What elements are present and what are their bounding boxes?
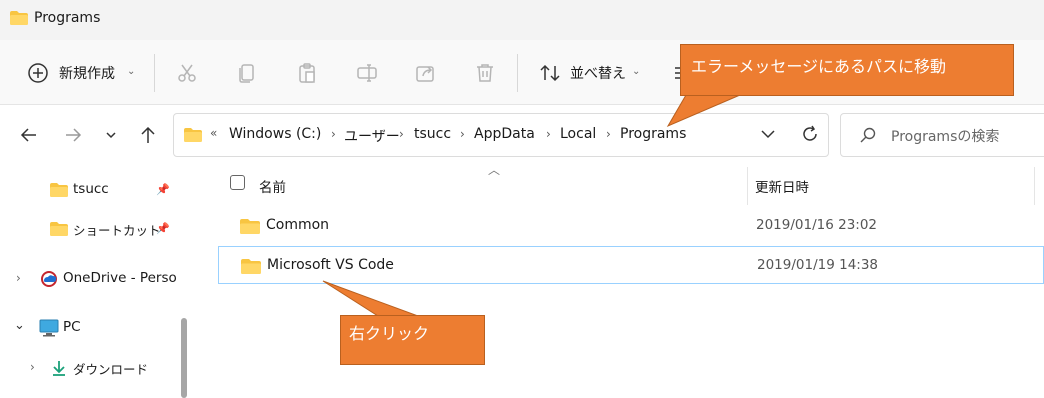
chevron-right-icon[interactable]: › (16, 271, 21, 285)
folder-icon (240, 219, 260, 234)
folder-icon (184, 128, 202, 142)
annotation-callout-bottom: 右クリック (340, 315, 485, 365)
delete-icon[interactable] (473, 61, 497, 85)
annotation-text: 右クリック (349, 324, 430, 343)
sidebar-item-shortcut[interactable]: ショートカット 📌 (0, 212, 180, 246)
up-arrow-icon[interactable] (135, 122, 161, 148)
file-modified: 2019/01/16 23:02 (756, 217, 878, 233)
table-row-selected[interactable]: Microsoft VS Code 2019/01/19 14:38 (218, 246, 1044, 284)
file-name: Common (266, 217, 330, 233)
annotation-callout-top: エラーメッセージにあるパスに移動 (680, 44, 1014, 96)
select-all-checkbox[interactable] (230, 175, 245, 190)
address-bar[interactable]: « Windows (C:) › ユーザー › tsucc › AppData … (173, 113, 829, 157)
column-divider[interactable] (747, 167, 748, 205)
sidebar-item-label: OneDrive - Perso (63, 270, 177, 286)
breadcrumb-overflow[interactable]: « (210, 126, 217, 140)
breadcrumb-item-current[interactable]: Programs (620, 126, 686, 142)
new-button-label[interactable]: 新規作成 (59, 63, 115, 83)
file-modified: 2019/01/19 14:38 (757, 257, 879, 273)
column-header: ︿ 名前 更新日時 (216, 163, 1044, 205)
sidebar-item-label: ダウンロード (73, 362, 149, 377)
column-name-header[interactable]: 名前 (259, 176, 286, 196)
onedrive-icon (41, 271, 57, 287)
breadcrumb-separator-icon[interactable]: › (606, 127, 611, 141)
sidebar-item-onedrive[interactable]: › OneDrive - Perso (0, 262, 180, 296)
toolbar-divider (517, 54, 518, 92)
breadcrumb-item[interactable]: ユーザー (344, 126, 400, 146)
pin-icon: 📌 (156, 183, 170, 196)
breadcrumb-item[interactable]: tsucc (414, 126, 451, 142)
breadcrumb-item[interactable]: Local (560, 126, 596, 142)
breadcrumb-separator-icon[interactable]: › (399, 127, 404, 141)
sidebar-item-pc[interactable]: ⌄ PC (0, 311, 180, 345)
pin-icon: 📌 (156, 222, 170, 235)
breadcrumb-separator-icon[interactable]: › (460, 127, 465, 141)
table-row[interactable]: Common 2019/01/16 23:02 (218, 207, 1044, 245)
folder-icon (50, 183, 68, 197)
column-divider[interactable] (1034, 167, 1035, 205)
search-icon (860, 127, 876, 143)
folder-icon (10, 11, 28, 25)
paste-icon[interactable] (295, 61, 319, 85)
sort-icon[interactable] (538, 61, 562, 85)
rename-icon[interactable] (355, 61, 379, 85)
sidebar-scrollbar-thumb[interactable] (181, 318, 187, 398)
copy-icon[interactable] (235, 61, 259, 85)
share-icon[interactable] (414, 61, 438, 85)
sidebar-item-label: PC (63, 319, 81, 335)
address-dropdown-chevron-icon[interactable] (758, 124, 778, 144)
search-box[interactable]: Programsの検索 (840, 113, 1044, 157)
breadcrumb-separator-icon[interactable]: › (546, 127, 551, 141)
annotation-text: エラーメッセージにあるパスに移動 (691, 57, 947, 76)
sort-ascending-icon: ︿ (488, 163, 501, 177)
chevron-down-icon[interactable]: ⌄ (14, 318, 25, 333)
recent-chevron-icon[interactable] (98, 122, 124, 148)
search-placeholder: Programsの検索 (891, 129, 1000, 145)
download-icon (53, 361, 65, 376)
navigation-pane: tsucc 📌 ショートカット 📌 › OneDrive - Perso ⌄ P… (0, 165, 199, 398)
chevron-down-icon[interactable]: ⌄ (127, 66, 135, 77)
sidebar-item-downloads[interactable]: › ダウンロード (0, 351, 180, 385)
refresh-icon[interactable] (800, 124, 820, 144)
window-title: Programs (34, 10, 101, 26)
pc-icon (39, 319, 59, 337)
chevron-down-icon[interactable]: ⌄ (632, 66, 640, 77)
back-arrow-icon[interactable] (16, 122, 42, 148)
sort-button-label[interactable]: 並べ替え (570, 63, 626, 83)
title-bar: Programs (0, 0, 1044, 40)
new-plus-icon[interactable] (26, 61, 50, 85)
breadcrumb-separator-icon[interactable]: › (331, 127, 336, 141)
sidebar-item-label: tsucc (73, 181, 109, 197)
forward-arrow-icon[interactable] (60, 122, 86, 148)
toolbar-divider (154, 54, 155, 92)
folder-icon (241, 259, 261, 274)
breadcrumb-item[interactable]: AppData (474, 126, 535, 142)
cut-icon[interactable] (175, 61, 199, 85)
folder-icon (50, 222, 68, 236)
column-modified-header[interactable]: 更新日時 (755, 176, 809, 196)
file-name: Microsoft VS Code (267, 257, 394, 273)
sidebar-item-label: ショートカット (73, 223, 161, 238)
sidebar-item-tsucc[interactable]: tsucc 📌 (0, 173, 180, 207)
breadcrumb-item[interactable]: Windows (C:) (229, 126, 321, 142)
chevron-right-icon[interactable]: › (30, 360, 35, 374)
